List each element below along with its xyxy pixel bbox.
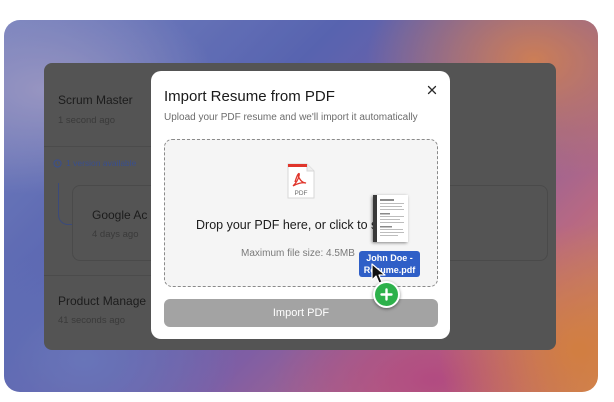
modal-subtitle: Upload your PDF resume and we'll import … xyxy=(164,112,418,123)
plus-icon xyxy=(380,288,393,301)
copy-plus-badge xyxy=(373,281,400,308)
dragged-file-label: John Doe - Resume.pdf xyxy=(359,251,420,277)
close-icon[interactable] xyxy=(427,85,437,95)
dropzone-prompt: Drop your PDF here, or click to s xyxy=(196,218,378,232)
dragged-file-name-line2: Resume.pdf xyxy=(363,265,416,275)
import-pdf-button[interactable]: Import PDF xyxy=(164,299,438,327)
modal-title: Import Resume from PDF xyxy=(164,88,335,105)
pdf-file-icon: PDF xyxy=(286,162,316,205)
dragged-file-name-line1: John Doe - xyxy=(366,253,413,263)
document-preview-icon xyxy=(380,199,404,236)
max-file-size: Maximum file size: 4.5MB xyxy=(241,248,355,259)
close-button[interactable] xyxy=(425,83,439,97)
dragged-file-thumbnail[interactable] xyxy=(373,195,408,242)
pdf-icon-label: PDF xyxy=(295,190,308,197)
